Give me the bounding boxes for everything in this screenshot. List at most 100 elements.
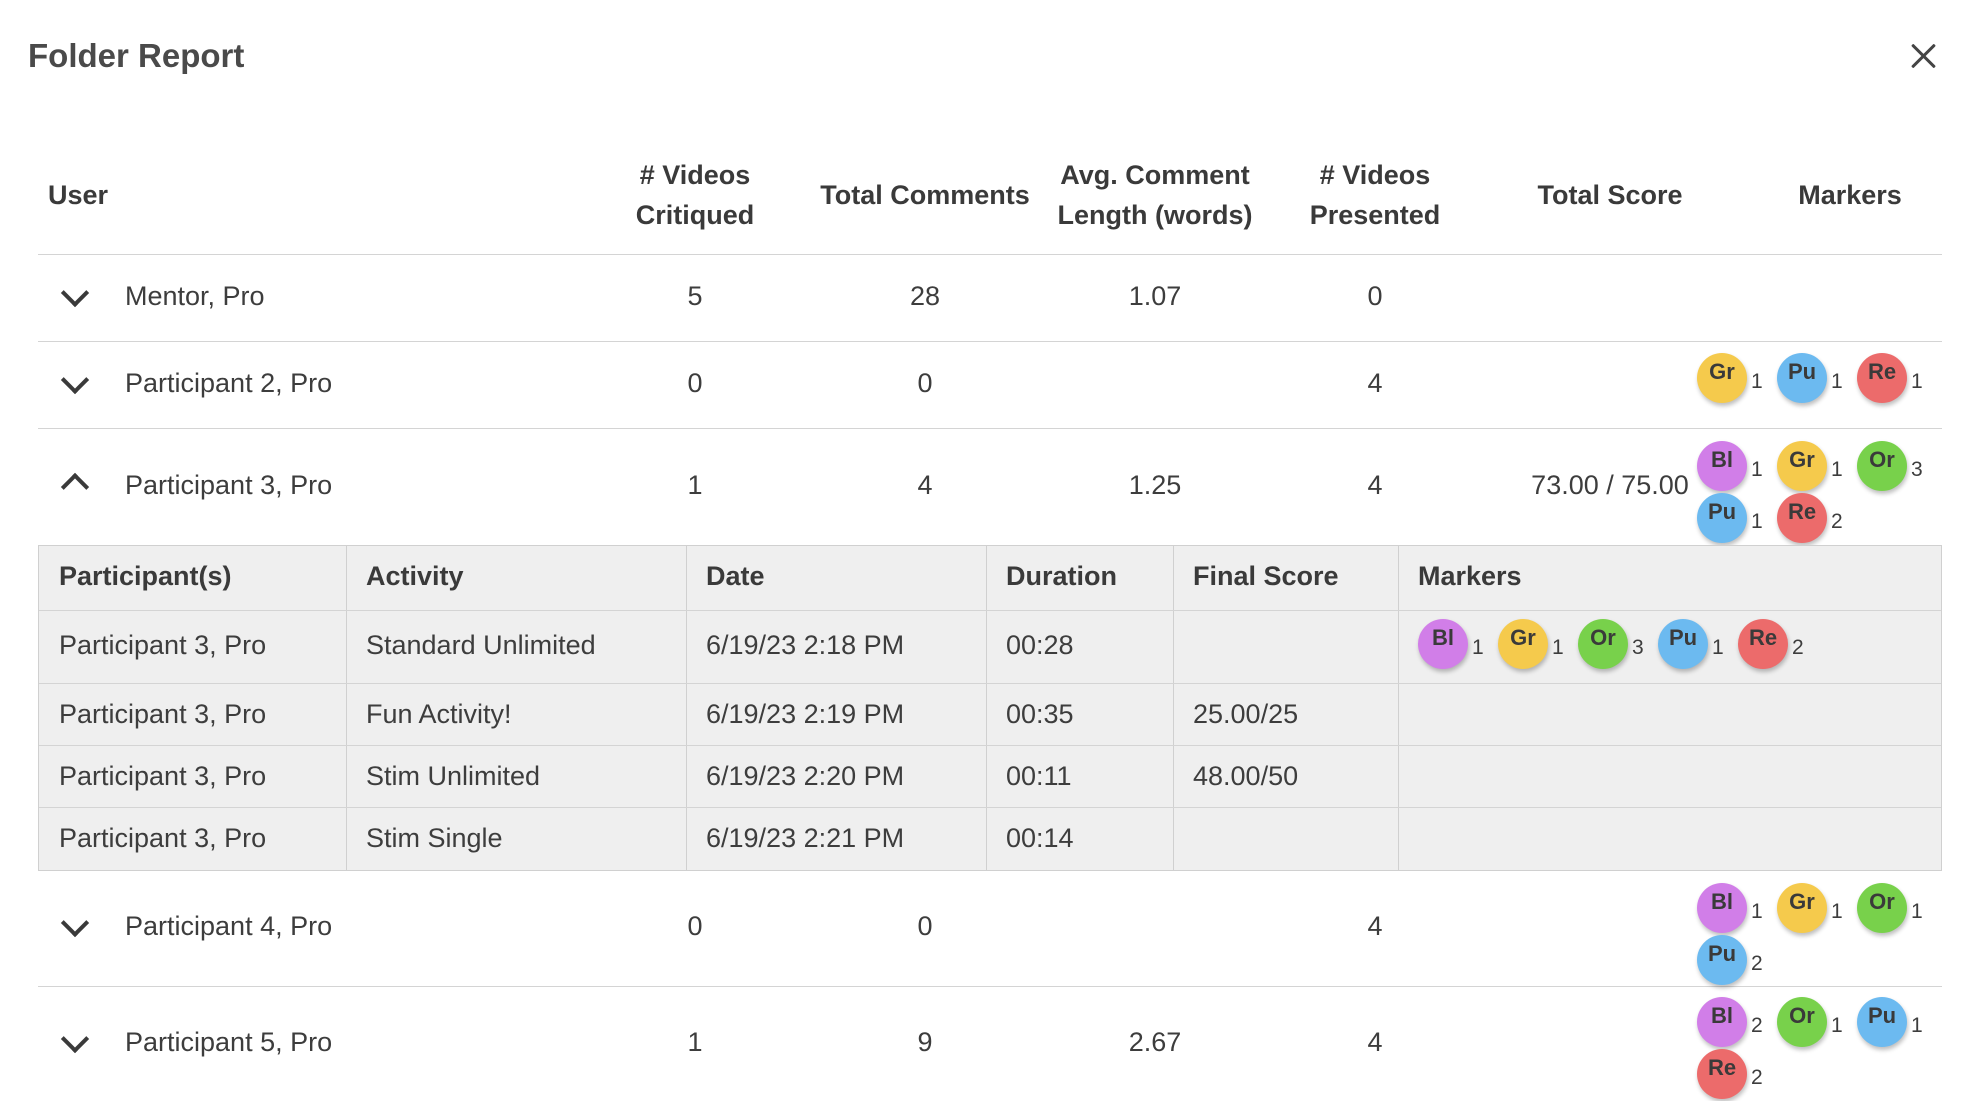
videos-critiqued-value: 0	[687, 911, 703, 941]
detail-row: Participant 3, Pro Standard Unlimited 6/…	[39, 611, 1941, 684]
marker-label: Or	[1857, 883, 1907, 933]
detail-header-row: Participant(s) Activity Date Duration Fi…	[39, 546, 1941, 611]
detail-participant: Participant 3, Pro	[59, 823, 267, 853]
marker-count: 1	[1911, 1014, 1923, 1037]
videos-presented-value: 4	[1367, 470, 1383, 500]
marker-count: 2	[1751, 1014, 1763, 1037]
user-name: Mentor, Pro	[125, 281, 265, 311]
header-line: # Videos	[1319, 160, 1431, 190]
column-header-videos-presented[interactable]: # Videos Presented	[1250, 155, 1500, 235]
marker-label: Re	[1738, 619, 1788, 669]
marker-count: 3	[1632, 636, 1644, 659]
marker-count: 1	[1751, 510, 1763, 533]
table-row: Participant 3, Pro 1 4 1.25 4 73.00 / 75…	[38, 429, 1942, 545]
header-line: # Videos	[639, 160, 751, 190]
detail-row: Participant 3, Pro Fun Activity! 6/19/23…	[39, 684, 1941, 746]
dialog-title: Folder Report	[28, 37, 245, 74]
chevron-up-icon[interactable]	[60, 472, 90, 502]
detail-participant: Participant 3, Pro	[59, 761, 267, 791]
marker-badge: Re 2	[1697, 1049, 1763, 1101]
marker-label: Pu	[1857, 997, 1907, 1047]
marker-badge: Re 2	[1777, 493, 1843, 545]
detail-activity: Fun Activity!	[366, 699, 512, 729]
activity-detail-table: Participant(s) Activity Date Duration Fi…	[38, 545, 1942, 871]
videos-critiqued-value: 1	[687, 1027, 703, 1057]
detail-header-duration: Duration	[1006, 561, 1117, 591]
detail-participant: Participant 3, Pro	[59, 630, 267, 660]
detail-header-activity: Activity	[366, 561, 464, 591]
table-row: Participant 5, Pro 1 9 2.67 4 Bl 2 Or 1 Pu…	[38, 987, 1942, 1101]
user-name: Participant 2, Pro	[125, 368, 333, 398]
detail-participant: Participant 3, Pro	[59, 699, 267, 729]
close-icon[interactable]	[1905, 38, 1941, 74]
marker-label: Gr	[1697, 353, 1747, 403]
column-header-total-score[interactable]: Total Score	[1470, 175, 1750, 215]
marker-label: Gr	[1777, 883, 1827, 933]
marker-label: Bl	[1697, 997, 1747, 1047]
total-comments-value: 28	[909, 281, 941, 311]
marker-count: 1	[1552, 636, 1564, 659]
videos-presented-value: 0	[1367, 281, 1383, 311]
detail-header-date: Date	[706, 561, 765, 591]
marker-label: Bl	[1418, 619, 1468, 669]
videos-presented-value: 4	[1367, 368, 1383, 398]
marker-badge: Or 1	[1777, 997, 1843, 1049]
marker-badge: Or 3	[1578, 619, 1644, 671]
marker-label: Or	[1777, 997, 1827, 1047]
marker-count: 2	[1792, 636, 1804, 659]
marker-badge: Bl 1	[1697, 883, 1763, 935]
marker-label: Pu	[1777, 353, 1827, 403]
detail-activity: Stim Unlimited	[366, 761, 541, 791]
marker-count: 1	[1911, 900, 1923, 923]
marker-label: Gr	[1777, 441, 1827, 491]
marker-label: Pu	[1697, 935, 1747, 985]
marker-badge: Pu 2	[1697, 935, 1763, 987]
detail-header-markers: Markers	[1418, 561, 1522, 591]
marker-count: 2	[1751, 1066, 1763, 1089]
marker-badge: Gr 1	[1777, 441, 1843, 493]
marker-count: 1	[1831, 370, 1843, 393]
column-header-user[interactable]: User	[48, 175, 108, 215]
detail-duration: 00:35	[1006, 699, 1074, 729]
marker-badge: Pu 1	[1857, 997, 1923, 1049]
marker-badge: Bl 2	[1697, 997, 1763, 1049]
user-name: Participant 5, Pro	[125, 1027, 333, 1057]
videos-critiqued-value: 0	[687, 368, 703, 398]
chevron-down-icon[interactable]	[60, 365, 90, 395]
marker-label: Re	[1697, 1049, 1747, 1099]
marker-badge: Bl 1	[1418, 619, 1484, 671]
marker-count: 1	[1751, 900, 1763, 923]
marker-count: 2	[1751, 952, 1763, 975]
detail-final-score: 48.00/50	[1193, 761, 1299, 791]
avg-comment-length-value: 1.25	[1128, 470, 1182, 500]
detail-duration: 00:11	[1006, 761, 1072, 791]
marker-badge: Re 1	[1857, 353, 1923, 405]
marker-count: 1	[1911, 370, 1923, 393]
column-header-videos-critiqued[interactable]: # Videos Critiqued	[575, 155, 815, 235]
marker-count: 1	[1831, 1014, 1843, 1037]
videos-presented-value: 4	[1367, 911, 1383, 941]
chevron-down-icon[interactable]	[60, 278, 90, 308]
chevron-down-icon[interactable]	[60, 908, 90, 938]
header-line: Presented	[1309, 200, 1441, 230]
table-header: User # Videos Critiqued Total Comments A…	[38, 137, 1942, 255]
detail-date: 6/19/23 2:18 PM	[706, 630, 905, 660]
detail-date: 6/19/23 2:20 PM	[706, 761, 905, 791]
total-comments-value: 0	[917, 368, 933, 398]
marker-label: Pu	[1697, 493, 1747, 543]
marker-badge: Gr 1	[1777, 883, 1843, 935]
table-row: Participant 4, Pro 0 0 4 Bl 1 Gr 1 Or 1 Pu 2	[38, 871, 1942, 987]
marker-badge: Pu 1	[1658, 619, 1724, 671]
marker-badge: Or 3	[1857, 441, 1923, 493]
detail-duration: 00:14	[1006, 823, 1074, 853]
detail-date: 6/19/23 2:21 PM	[706, 823, 905, 853]
column-header-markers: Markers	[1798, 180, 1902, 210]
marker-badge: Bl 1	[1697, 441, 1763, 493]
marker-label: Bl	[1697, 441, 1747, 491]
marker-label: Re	[1777, 493, 1827, 543]
chevron-down-icon[interactable]	[60, 1024, 90, 1054]
detail-row: Participant 3, Pro Stim Unlimited 6/19/2…	[39, 746, 1941, 808]
user-name: Participant 4, Pro	[125, 911, 333, 941]
marker-label: Pu	[1658, 619, 1708, 669]
marker-badge: Re 2	[1738, 619, 1804, 671]
